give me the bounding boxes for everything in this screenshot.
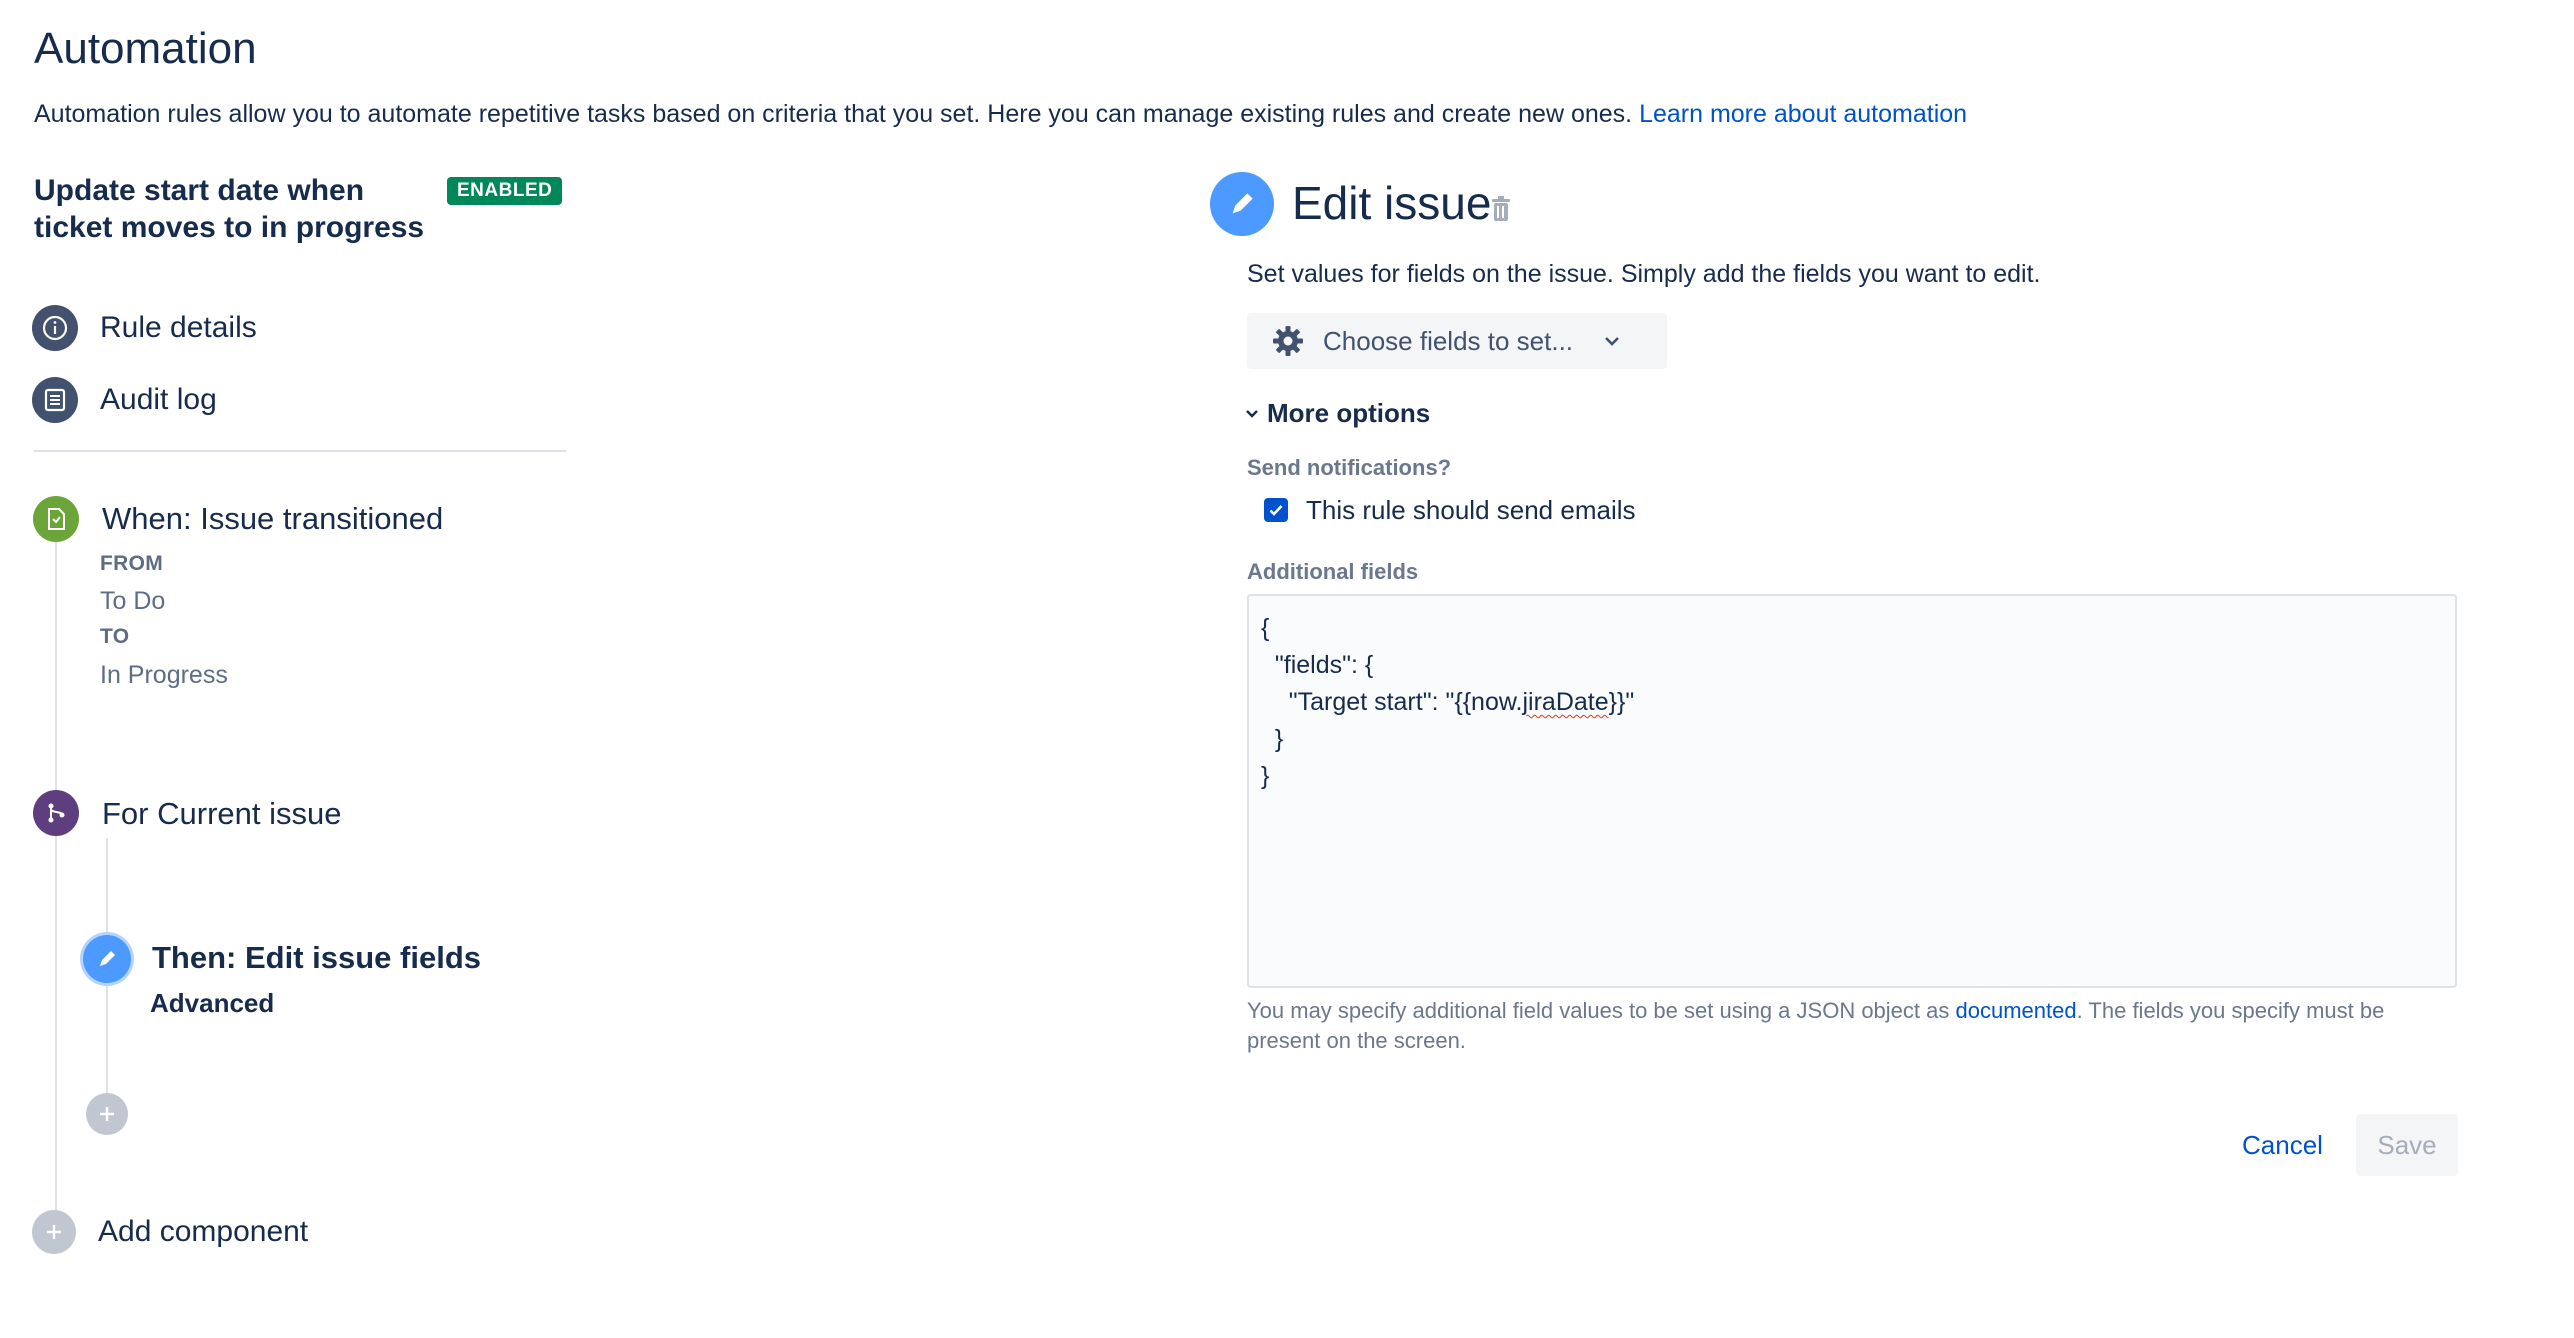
transition-icon — [33, 496, 79, 542]
json-line: "fields": { — [1261, 647, 2443, 684]
trigger-title[interactable]: When: Issue transitioned — [102, 501, 443, 537]
learn-more-link[interactable]: Learn more about automation — [1639, 100, 1967, 128]
plus-icon — [32, 1210, 76, 1254]
json-text: "fields": { — [1261, 651, 1374, 679]
json-line: "Target start": "{{now.jiraDate}}" — [1261, 684, 2443, 721]
trigger-from-label: FROM — [100, 552, 164, 575]
chevron-down-icon — [1605, 337, 1619, 346]
json-line: } — [1261, 725, 1284, 753]
more-options-label: More options — [1267, 398, 1431, 428]
page-description: Automation rules allow you to automate r… — [34, 100, 1967, 129]
info-icon — [32, 305, 78, 351]
panel-title: Edit issue — [1292, 177, 1492, 229]
nav-rule-details-label: Rule details — [100, 311, 257, 344]
status-badge: ENABLED — [447, 177, 563, 205]
json-text: }}" — [1608, 688, 1635, 716]
add-action-button[interactable] — [86, 1093, 128, 1135]
helper-text: You may specify additional field values … — [1247, 996, 2457, 1056]
chevron-down-icon — [1246, 409, 1258, 418]
json-line: { — [1261, 614, 1270, 642]
additional-fields-textarea[interactable]: { "fields": { "Target start": "{{now.jir… — [1247, 594, 2457, 988]
action-title[interactable]: Then: Edit issue fields — [152, 940, 481, 976]
choose-fields-label: Choose fields to set... — [1323, 325, 1574, 356]
page-title: Automation — [34, 24, 257, 73]
divider — [34, 450, 566, 452]
trigger-to-value: In Progress — [100, 661, 228, 689]
json-misspelled-word: jiraDate — [1522, 688, 1609, 716]
save-button[interactable]: Save — [2356, 1114, 2458, 1176]
add-component-label: Add component — [98, 1215, 309, 1248]
additional-fields-label: Additional fields — [1247, 559, 1419, 584]
gear-icon — [1273, 326, 1303, 356]
more-options-toggle[interactable]: More options — [1245, 398, 1430, 429]
cancel-button[interactable]: Cancel — [2226, 1114, 2339, 1176]
helper-text-pre: You may specify additional field values … — [1247, 998, 1950, 1023]
plus-icon — [100, 1107, 114, 1121]
page-description-text: Automation rules allow you to automate r… — [34, 100, 1633, 128]
checkmark-icon — [1269, 505, 1283, 516]
trigger-from-value: To Do — [100, 587, 166, 615]
branch-icon — [33, 790, 79, 836]
nav-audit-log[interactable]: Audit log — [32, 376, 217, 424]
panel-description: Set values for fields on the issue. Simp… — [1247, 260, 2041, 288]
nav-rule-details[interactable]: Rule details — [32, 304, 257, 352]
list-icon — [32, 377, 78, 423]
json-line: } — [1261, 762, 1270, 790]
pencil-icon — [83, 935, 131, 983]
flow-line-main — [55, 520, 57, 1220]
send-notifications-label: Send notifications? — [1247, 455, 1452, 480]
add-component-button[interactable]: Add component — [32, 1208, 308, 1256]
trigger-to-label: TO — [100, 625, 130, 648]
branch-title[interactable]: For Current issue — [102, 796, 341, 832]
choose-fields-dropdown[interactable]: Choose fields to set... — [1247, 313, 1667, 369]
documented-link[interactable]: documented — [1956, 998, 2077, 1023]
action-subtitle: Advanced — [150, 988, 275, 1018]
send-emails-label[interactable]: This rule should send emails — [1306, 495, 1636, 526]
send-emails-checkbox[interactable] — [1264, 498, 1288, 522]
trash-icon[interactable] — [1490, 196, 1512, 227]
nav-audit-log-label: Audit log — [100, 383, 217, 416]
pencil-icon — [1210, 172, 1274, 236]
json-text: "Target start": "{{now. — [1261, 688, 1523, 716]
rule-name: Update start date when ticket moves to i… — [34, 174, 425, 244]
